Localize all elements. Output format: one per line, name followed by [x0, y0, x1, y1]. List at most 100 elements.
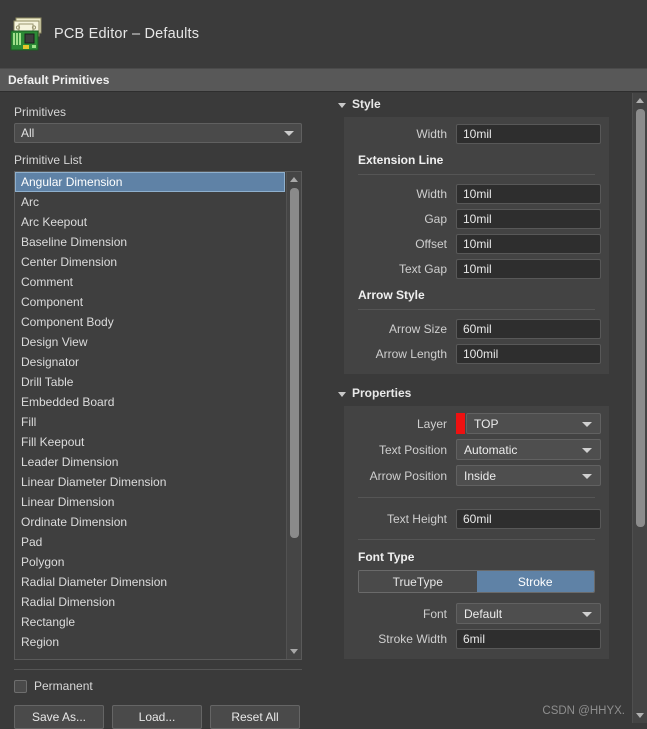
list-item[interactable]: Drill Table — [15, 372, 285, 392]
scroll-up-arrow-icon[interactable] — [290, 177, 298, 182]
list-item[interactable]: Component — [15, 292, 285, 312]
list-item[interactable]: Linear Dimension — [15, 492, 285, 512]
arrow-style-header: Arrow Style — [358, 288, 425, 302]
primitive-list-label: Primitive List — [14, 153, 83, 167]
list-item[interactable]: Ordinate Dimension — [15, 512, 285, 532]
style-width-input[interactable]: 10mil — [456, 124, 601, 144]
text-position-dropdown[interactable]: Automatic — [456, 439, 601, 460]
properties-scroll-content: Style Width 10mil Extension Line Width 1… — [330, 93, 617, 659]
arrow-size-label: Arrow Size — [388, 322, 447, 336]
ext-text-gap-label: Text Gap — [398, 262, 447, 276]
load-button[interactable]: Load... — [112, 705, 202, 729]
list-item[interactable]: Designator — [15, 352, 285, 372]
scroll-up-arrow-icon[interactable] — [636, 98, 644, 103]
arrow-size-input[interactable]: 60mil — [456, 319, 601, 339]
watermark-text: CSDN @HHYX. — [542, 705, 625, 717]
list-item[interactable]: Fill Keepout — [15, 432, 285, 452]
list-item[interactable]: Radial Diameter Dimension — [15, 572, 285, 592]
primitives-label: Primitives — [14, 105, 67, 119]
list-item[interactable]: Fill — [15, 412, 285, 432]
list-item[interactable]: Comment — [15, 272, 285, 292]
stroke-width-input[interactable]: 6mil — [456, 629, 601, 649]
primitives-filter-value: All — [21, 126, 35, 140]
scroll-down-arrow-icon[interactable] — [290, 649, 298, 654]
style-group-box: Width 10mil Extension Line Width 10mil G… — [344, 117, 609, 374]
properties-group-title: Properties — [352, 386, 412, 400]
list-item[interactable]: Arc Keepout — [15, 212, 285, 232]
style-width-label: Width — [416, 127, 447, 141]
style-group-title: Style — [352, 97, 381, 111]
style-group-header[interactable]: Style — [330, 93, 617, 115]
text-height-input[interactable]: 60mil — [456, 509, 601, 529]
list-item[interactable]: Polygon — [15, 552, 285, 572]
list-item[interactable]: Linear Diameter Dimension — [15, 472, 285, 492]
list-item[interactable]: Radial Dimension — [15, 592, 285, 612]
list-item[interactable]: Leader Dimension — [15, 452, 285, 472]
list-item[interactable]: Angular Dimension — [15, 172, 285, 192]
primitives-filter-combobox[interactable]: All — [14, 123, 302, 143]
primitive-listbox[interactable]: Angular Dimension Arc Arc Keepout Baseline … — [14, 171, 302, 660]
arrow-length-input[interactable]: 100mil — [456, 344, 601, 364]
text-position-label: Text Position — [378, 442, 447, 457]
pcb-board-icon — [8, 15, 46, 53]
font-type-truetype-button[interactable]: TrueType — [359, 571, 477, 592]
permanent-label: Permanent — [34, 679, 93, 693]
scroll-down-arrow-icon[interactable] — [636, 713, 644, 718]
list-item[interactable]: Arc — [15, 192, 285, 212]
default-primitives-section-bar: Default Primitives — [0, 68, 647, 92]
ext-width-input[interactable]: 10mil — [456, 184, 601, 204]
scrollbar-thumb[interactable] — [290, 188, 299, 538]
arrow-position-dropdown[interactable]: Inside — [456, 465, 601, 486]
list-item[interactable]: Center Dimension — [15, 252, 285, 272]
font-dropdown[interactable]: Default — [456, 603, 601, 624]
permanent-checkbox[interactable] — [14, 679, 27, 693]
layer-label: Layer — [416, 416, 447, 431]
ext-offset-label: Offset — [415, 237, 447, 251]
scrollbar-thumb[interactable] — [636, 109, 645, 527]
properties-group-header[interactable]: Properties — [330, 382, 617, 404]
extension-line-divider — [358, 174, 595, 175]
permanent-checkbox-row[interactable]: Permanent — [14, 679, 318, 693]
ext-width-row: Width 10mil — [348, 184, 601, 204]
list-item[interactable]: Pad — [15, 532, 285, 552]
list-item[interactable]: Component Body — [15, 312, 285, 332]
ext-offset-input[interactable]: 10mil — [456, 234, 601, 254]
list-item[interactable]: Embedded Board — [15, 392, 285, 412]
layer-row: Layer TOP — [348, 413, 601, 434]
list-item[interactable]: Region — [15, 632, 285, 652]
left-divider — [14, 669, 302, 670]
reset-all-button[interactable]: Reset All — [210, 705, 300, 729]
primitive-list-scrollbar[interactable] — [286, 172, 301, 659]
list-item[interactable]: Baseline Dimension — [15, 232, 285, 252]
list-item[interactable]: Rectangle — [15, 612, 285, 632]
action-button-row: Save As... Load... Reset All — [14, 705, 318, 729]
font-type-divider — [358, 539, 595, 540]
ext-gap-row: Gap 10mil — [348, 209, 601, 229]
list-item[interactable]: Design View — [15, 332, 285, 352]
layer-dropdown[interactable]: TOP — [466, 413, 601, 434]
properties-group-box: Layer TOP Text Position Automatic Arrow … — [344, 406, 609, 659]
collapse-triangle-icon[interactable] — [338, 102, 346, 108]
chevron-down-icon — [582, 611, 592, 617]
font-value: Default — [464, 606, 503, 621]
chevron-down-icon — [284, 131, 294, 136]
primitive-list-items: Angular Dimension Arc Arc Keepout Baseline … — [15, 172, 285, 652]
dialog-vertical-scrollbar[interactable] — [632, 93, 647, 723]
arrow-position-label: Arrow Position — [369, 468, 447, 483]
arrow-position-value: Inside — [464, 468, 497, 483]
window-titlebar: PCB Editor – Defaults — [0, 0, 647, 68]
text-position-value: Automatic — [464, 442, 518, 457]
arrow-size-row: Arrow Size 60mil — [348, 319, 601, 339]
layer-color-swatch[interactable] — [456, 413, 465, 434]
ext-text-gap-input[interactable]: 10mil — [456, 259, 601, 279]
style-width-row: Width 10mil — [348, 124, 601, 144]
section-bar-label: Default Primitives — [8, 73, 110, 87]
collapse-triangle-icon[interactable] — [338, 391, 346, 397]
save-as-button[interactable]: Save As... — [14, 705, 104, 729]
right-pane: Style Width 10mil Extension Line Width 1… — [330, 93, 632, 723]
font-label: Font — [422, 606, 447, 621]
arrow-position-row: Arrow Position Inside — [348, 465, 601, 486]
chevron-down-icon — [582, 447, 592, 453]
font-type-stroke-button[interactable]: Stroke — [476, 571, 594, 592]
ext-gap-input[interactable]: 10mil — [456, 209, 601, 229]
